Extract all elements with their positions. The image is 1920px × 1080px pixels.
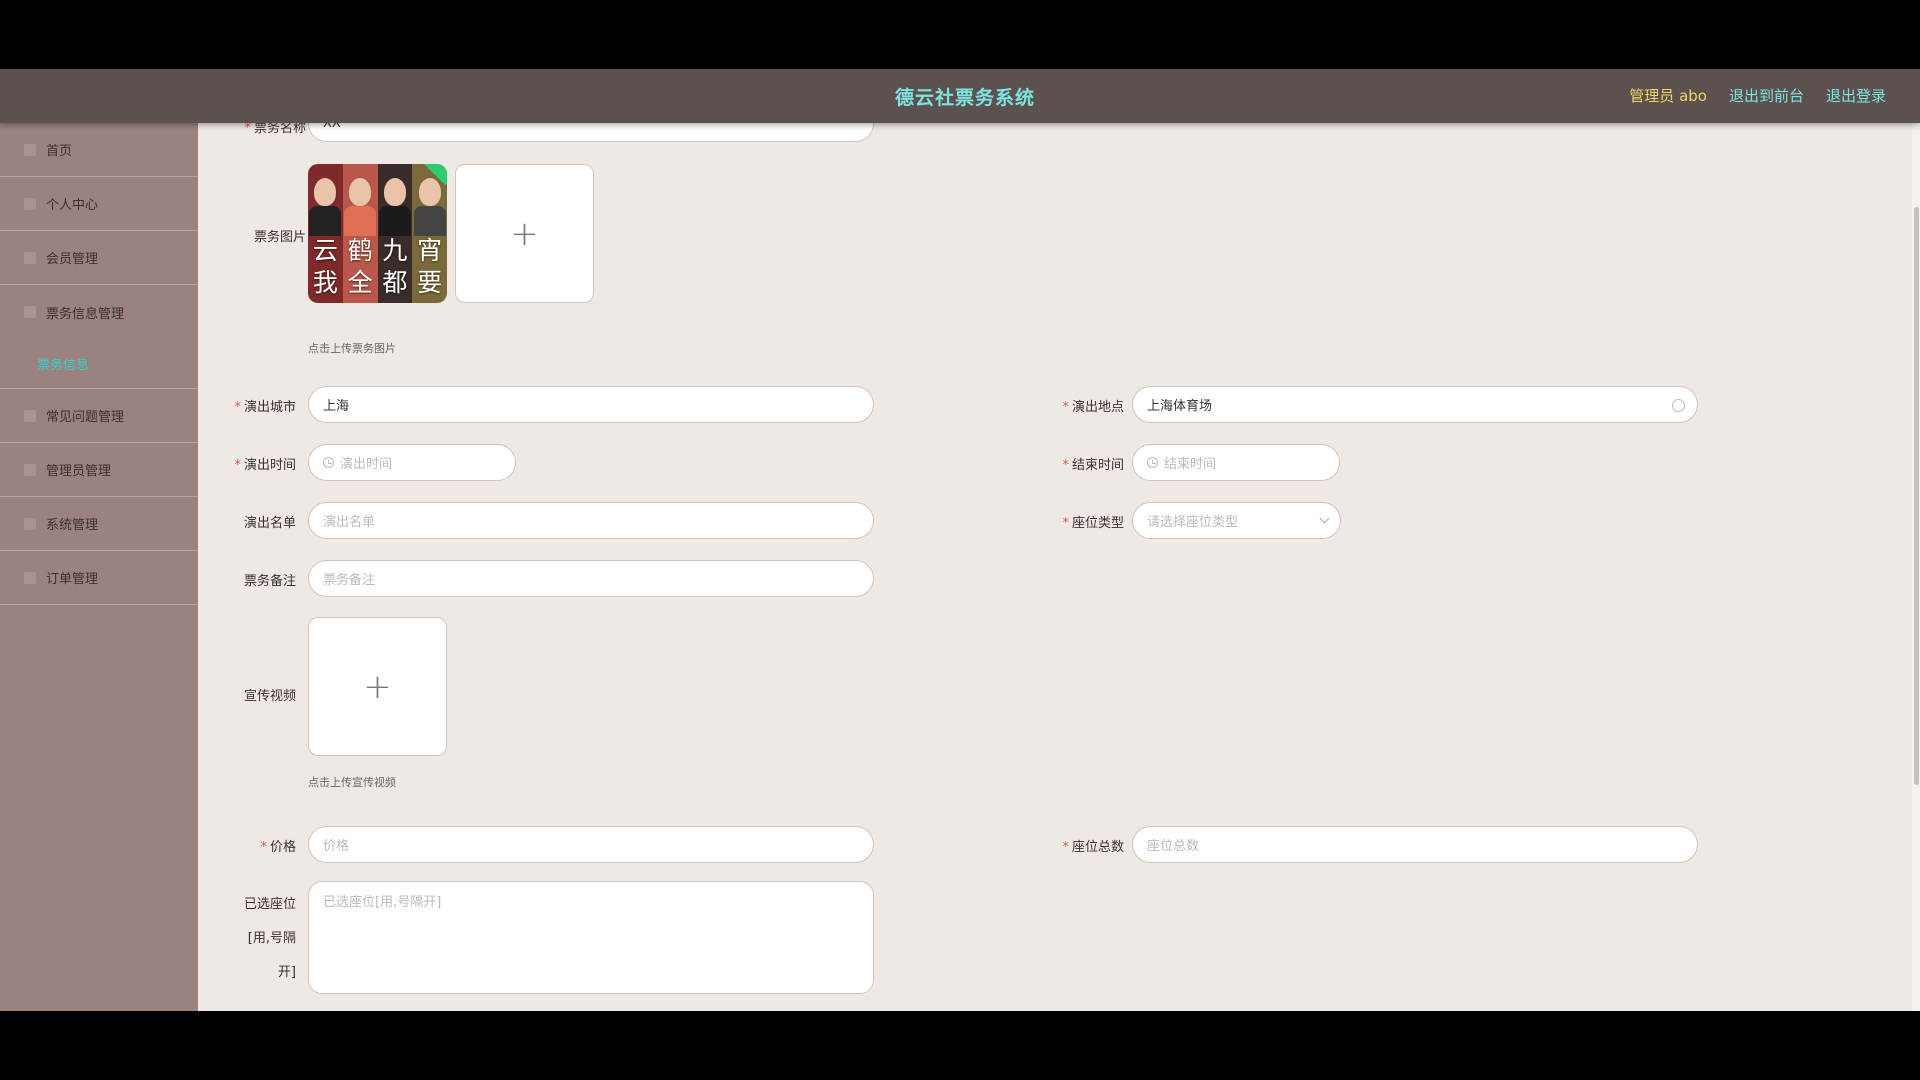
admin-icon — [24, 463, 36, 476]
sidebar-item-members[interactable]: 会员管理 — [0, 231, 198, 285]
scrollbar-thumb[interactable] — [1914, 207, 1919, 785]
top-right-links: 管理员 abo 退出到前台 退出登录 — [1629, 85, 1886, 106]
cast-label: 演出名单 — [243, 516, 296, 531]
venue-input[interactable]: 上海体育场 — [1132, 386, 1698, 423]
seat-type-label: * 座位类型 — [1062, 516, 1124, 531]
selected-seats-label: 已选座位 [用,号隔 开] — [243, 897, 296, 980]
ticket-image-thumbnail[interactable]: 云我 鹤全 九都 宵要 — [308, 164, 447, 303]
sidebar-subitem-ticket-info[interactable]: 票务信息 — [0, 339, 198, 389]
sidebar-item-system[interactable]: 系统管理 — [0, 497, 198, 551]
plus-icon: + — [363, 666, 392, 707]
seat-total-input[interactable]: 座位总数 — [1132, 826, 1698, 863]
sidebar-item-orders[interactable]: 订单管理 — [0, 551, 198, 605]
sidebar-item-label: 个人中心 — [46, 198, 99, 213]
video-hint: 点击上传宣传视频 — [308, 776, 396, 789]
cast-input[interactable]: 演出名单 — [308, 502, 874, 539]
sidebar-item-admins[interactable]: 管理员管理 — [0, 443, 198, 497]
price-input[interactable]: 价格 — [308, 826, 874, 863]
image-strip: 鹤全 — [342, 164, 378, 303]
image-strip: 云我 — [308, 164, 343, 303]
ticket-image-label: 票务图片 — [253, 230, 306, 245]
sidebar-item-ticket-management[interactable]: 票务信息管理 — [0, 285, 198, 339]
video-upload[interactable]: + — [308, 617, 447, 756]
faq-icon — [24, 409, 36, 422]
sidebar: 首页 个人中心 会员管理 票务信息管理 票务信息 常见问题管理 管理员管理 系统… — [0, 123, 198, 1011]
sidebar-item-label: 管理员管理 — [46, 464, 112, 479]
ticket-icon — [24, 306, 36, 318]
sidebar-item-label: 常见问题管理 — [46, 410, 125, 425]
end-time-picker[interactable]: 结束时间 — [1132, 444, 1340, 481]
clear-icon[interactable] — [1672, 399, 1685, 412]
sidebar-item-faq[interactable]: 常见问题管理 — [0, 389, 198, 443]
image-strip: 九都 — [377, 164, 413, 303]
video-label: 宣传视频 — [243, 689, 296, 704]
user-icon — [24, 197, 36, 210]
clock-icon — [323, 457, 334, 468]
venue-label: * 演出地点 — [1062, 400, 1124, 415]
sidebar-item-label: 系统管理 — [46, 518, 99, 533]
sidebar-item-label: 会员管理 — [46, 252, 99, 267]
app-screen: 德云社票务系统 管理员 abo 退出到前台 退出登录 首页 个人中心 会员管理 … — [0, 69, 1920, 1011]
exit-to-front-link[interactable]: 退出到前台 — [1729, 85, 1804, 106]
clock-icon — [1147, 457, 1158, 468]
image-strip: 宵要 — [412, 164, 447, 303]
remark-label: 票务备注 — [243, 574, 296, 589]
scrollbar[interactable] — [1912, 123, 1920, 1011]
top-bar: 德云社票务系统 管理员 abo 退出到前台 退出登录 — [0, 69, 1920, 123]
city-label: * 演出城市 — [234, 400, 296, 415]
ticket-image-hint: 点击上传票务图片 — [308, 342, 396, 355]
chevron-down-icon — [1319, 513, 1330, 524]
plus-icon: + — [510, 213, 539, 254]
end-time-label: * 结束时间 — [1062, 458, 1124, 473]
sidebar-item-profile[interactable]: 个人中心 — [0, 177, 198, 231]
admin-name: 管理员 abo — [1629, 87, 1707, 105]
sidebar-item-home[interactable]: 首页 — [0, 123, 198, 177]
system-icon — [24, 517, 36, 530]
sidebar-item-label: 订单管理 — [46, 572, 99, 587]
members-icon — [24, 251, 36, 264]
seat-total-label: * 座位总数 — [1062, 840, 1124, 855]
price-label: * 价格 — [260, 840, 296, 855]
selected-seats-textarea[interactable]: 已选座位[用,号隔开] — [308, 881, 874, 994]
form-panel: * 票务名称 XX 票务图片 云我 鹤全 九都 宵要 + 点击上传票务图片 * 演出… — [222, 105, 1892, 1011]
sidebar-item-label: 票务信息管理 — [46, 306, 125, 322]
sidebar-item-label: 首页 — [46, 144, 73, 159]
ticket-image-upload[interactable]: + — [455, 164, 594, 303]
start-time-label: * 演出时间 — [234, 458, 296, 473]
remark-input[interactable]: 票务备注 — [308, 560, 874, 597]
start-time-picker[interactable]: 演出时间 — [308, 444, 516, 481]
order-icon — [24, 571, 36, 584]
logout-link[interactable]: 退出登录 — [1826, 85, 1886, 106]
seat-type-select[interactable]: 请选择座位类型 — [1132, 502, 1341, 539]
home-icon — [24, 143, 36, 156]
city-input[interactable]: 上海 — [308, 386, 874, 423]
